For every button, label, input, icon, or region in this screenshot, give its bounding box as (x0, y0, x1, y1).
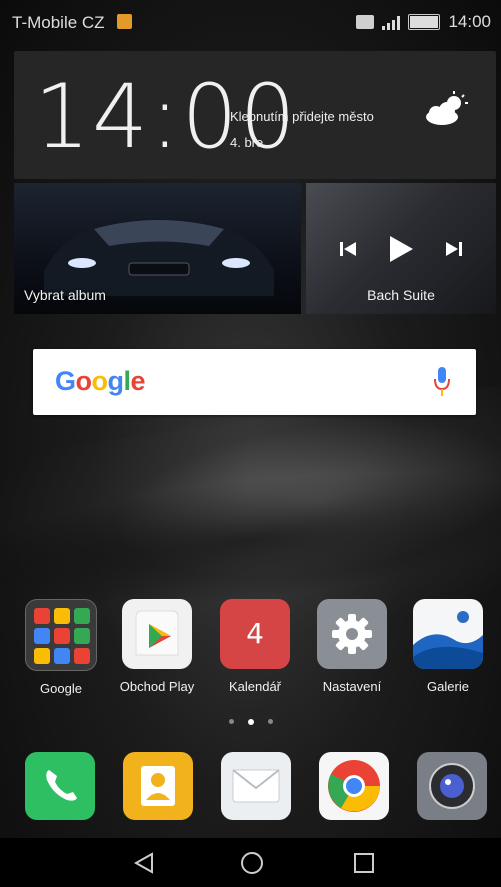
app-label: Kalendář (228, 679, 282, 694)
google-logo: Google (55, 366, 146, 396)
page-dot-active[interactable] (247, 719, 254, 725)
camera-icon (417, 752, 487, 820)
page-indicator (0, 719, 501, 725)
chrome-icon (319, 752, 389, 820)
dock-phone[interactable] (23, 752, 97, 820)
dock-messages[interactable] (219, 752, 293, 820)
status-icons: 14:00 (356, 12, 491, 32)
back-icon[interactable] (133, 852, 155, 874)
app-label: Nastavení (322, 679, 382, 694)
clock-weather-widget[interactable]: 14:00 Klepnutím přidejte město 4. bře (14, 51, 496, 179)
google-folder-icon (25, 599, 97, 671)
battery-icon (408, 14, 441, 30)
select-album-label[interactable]: Vybrat album (24, 287, 106, 303)
messages-icon (221, 752, 291, 820)
settings-gear-icon (317, 599, 387, 669)
music-widget: Vybrat album Bach Suite (14, 183, 496, 314)
dock-camera[interactable] (415, 752, 489, 820)
google-search-bar[interactable]: Google (33, 349, 476, 415)
app-gallery[interactable]: Galerie (400, 599, 496, 694)
signal-icon (382, 14, 401, 30)
page-dot[interactable] (267, 719, 273, 724)
app-calendar[interactable]: 4 Kalendář (207, 599, 303, 694)
app-settings[interactable]: Nastavení (304, 599, 400, 694)
calendar-day: 4 (246, 617, 264, 650)
recents-icon[interactable] (353, 852, 375, 874)
notification-icon (117, 14, 132, 29)
microphone-icon[interactable] (434, 367, 450, 397)
app-play-store[interactable]: Obchod Play (109, 599, 205, 694)
app-google-folder[interactable]: Google (13, 599, 109, 696)
status-time: 14:00 (448, 12, 491, 31)
gallery-icon (413, 599, 483, 669)
calendar-icon: 4 (220, 599, 290, 669)
weather-prompt[interactable]: Klepnutím přidejte město (230, 109, 374, 124)
carrier-label: T-Mobile CZ (12, 13, 105, 32)
home-icon[interactable] (240, 851, 264, 875)
playback-controls: Bach Suite (306, 183, 496, 314)
dock-contacts[interactable] (121, 752, 195, 820)
car-image (44, 219, 274, 296)
next-track-icon[interactable] (445, 241, 463, 257)
track-title: Bach Suite (367, 287, 435, 303)
app-label: Galerie (427, 679, 469, 694)
page-dot[interactable] (228, 719, 234, 724)
album-art[interactable]: Vybrat album (14, 183, 301, 314)
date-label: 4. bře (230, 135, 264, 150)
app-label: Google (40, 681, 82, 696)
app-label: Obchod Play (119, 679, 195, 694)
sim-icon (356, 15, 375, 29)
play-store-icon (122, 599, 192, 669)
weather-cloud-sun-icon (426, 91, 468, 125)
status-bar: T-Mobile CZ 14:00 (0, 0, 501, 48)
previous-track-icon[interactable] (339, 241, 357, 257)
contacts-icon (123, 752, 193, 820)
dock-chrome[interactable] (317, 752, 391, 820)
phone-icon (25, 752, 95, 820)
navigation-bar (0, 838, 501, 887)
play-icon[interactable] (388, 235, 414, 263)
